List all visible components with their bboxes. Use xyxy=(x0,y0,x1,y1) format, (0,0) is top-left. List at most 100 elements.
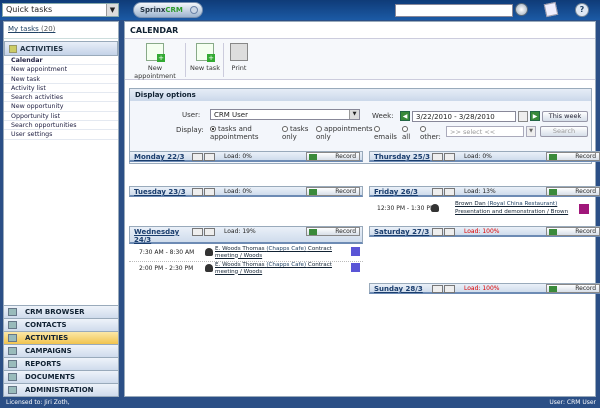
add-event-icon[interactable] xyxy=(192,228,203,236)
sidebar-item-search-opportunities[interactable]: Search opportunities xyxy=(4,121,118,131)
radio-appointments-only[interactable]: appointments only xyxy=(316,125,374,141)
campaigns-icon xyxy=(8,347,17,355)
calendar-view-icon[interactable] xyxy=(204,228,215,236)
calendar-view-icon[interactable] xyxy=(204,153,215,161)
day-wednesday: Wednesday 24/3 Load: 19% Record 7:30 AM -… xyxy=(129,226,363,278)
sidebar-item-new-task[interactable]: New task xyxy=(4,75,118,84)
day-saturday: Saturday 27/3 Load: 100% Record xyxy=(369,226,600,237)
day-name[interactable]: Thursday 25/3 xyxy=(374,153,430,161)
record-button[interactable]: Record xyxy=(546,227,600,236)
record-button[interactable]: Record xyxy=(546,152,600,161)
nav-reports[interactable]: REPORTS xyxy=(4,357,118,370)
event-row[interactable]: 12:30 PM - 1:30 PM Brown Dan (Royal Chin… xyxy=(369,200,600,218)
add-event-icon[interactable] xyxy=(192,188,203,196)
add-event-icon[interactable] xyxy=(432,228,443,236)
day-name[interactable]: Sunday 28/3 xyxy=(374,285,423,293)
sidebar-item-new-appointment[interactable]: New appointment xyxy=(4,65,118,75)
help-icon[interactable]: ? xyxy=(575,3,589,17)
add-event-icon[interactable] xyxy=(192,153,203,161)
nav-documents[interactable]: DOCUMENTS xyxy=(4,370,118,383)
add-event-icon[interactable] xyxy=(432,188,443,196)
nav-crm-browser[interactable]: CRM BROWSER xyxy=(4,305,118,318)
day-load: Load: 13% xyxy=(464,188,496,195)
radio-tasks-only[interactable]: tasks only xyxy=(282,125,318,141)
page-title: CALENDAR xyxy=(125,22,595,39)
record-button[interactable]: Record xyxy=(306,187,360,196)
event-description[interactable]: E. Woods Thomas (Chapps Cafe) Contract me… xyxy=(215,246,332,259)
quick-tasks-select[interactable]: Quick tasks ▼ xyxy=(2,3,119,17)
day-load: Load: 0% xyxy=(224,153,252,160)
calendar-icon[interactable] xyxy=(518,111,528,122)
chevron-down-icon[interactable]: ▼ xyxy=(349,110,359,119)
calendar-view-icon[interactable] xyxy=(444,188,455,196)
chevron-down-icon[interactable]: ▼ xyxy=(526,126,536,137)
record-button[interactable]: Record xyxy=(306,152,360,161)
new-appointment-button[interactable]: + New appointment xyxy=(129,43,181,80)
person-icon xyxy=(205,264,213,272)
toolbar-divider xyxy=(223,43,224,77)
event-row[interactable]: 2:00 PM - 2:30 PM E. Woods Thomas (Chapp… xyxy=(129,262,363,278)
day-load: Load: 100% xyxy=(464,285,500,292)
current-user-text: User: CRM User xyxy=(549,399,596,406)
display-options-header: Display options xyxy=(130,89,591,101)
calendar-view-icon[interactable] xyxy=(204,188,215,196)
calendar-view-icon[interactable] xyxy=(444,285,455,293)
sidebar-item-opportunity-list[interactable]: Opportunity list xyxy=(4,112,118,122)
day-action-icons xyxy=(432,188,456,196)
radio-emails[interactable]: emails xyxy=(374,125,398,141)
new-task-button[interactable]: + New task xyxy=(189,43,221,72)
day-name[interactable]: Monday 22/3 xyxy=(134,153,184,161)
person-icon xyxy=(431,204,439,212)
calendar-view-icon[interactable] xyxy=(444,228,455,236)
user-select[interactable]: CRM User ▼ xyxy=(210,109,360,120)
sidebar-item-search-activities[interactable]: Search activities xyxy=(4,93,118,103)
radio-other[interactable]: other: xyxy=(420,125,442,141)
administration-icon xyxy=(8,386,17,394)
nav-administration[interactable]: ADMINISTRATION xyxy=(4,383,118,396)
week-range-field[interactable]: 3/22/2010 - 3/28/2010 xyxy=(412,111,516,122)
event-row[interactable]: 7:30 AM - 8:30 AM E. Woods Thomas (Chapp… xyxy=(129,246,363,262)
event-description[interactable]: E. Woods Thomas (Chapps Cafe) Contract me… xyxy=(215,262,332,275)
chevron-down-icon[interactable]: ▼ xyxy=(106,4,118,16)
search-button[interactable]: Search xyxy=(540,126,588,137)
nav-activities[interactable]: ACTIVITIES xyxy=(4,331,118,344)
record-button[interactable]: Record xyxy=(546,284,600,293)
add-event-icon[interactable] xyxy=(432,285,443,293)
day-header: Thursday 25/3 Load: 0% Record xyxy=(369,151,600,162)
nav-contacts[interactable]: CONTACTS xyxy=(4,318,118,331)
sidebar: My tasks (20) ACTIVITIES Calendar New ap… xyxy=(3,21,119,397)
browser-icon xyxy=(8,308,17,316)
this-week-button[interactable]: This week xyxy=(542,111,588,122)
record-button[interactable]: Record xyxy=(546,187,600,196)
app-logo: SprinxCRM xyxy=(133,2,203,18)
next-week-button[interactable]: ▶ xyxy=(530,111,540,121)
search-icon[interactable] xyxy=(515,3,528,16)
notes-icon[interactable] xyxy=(543,1,559,18)
day-header: Monday 22/3 Load: 0% Record xyxy=(129,151,363,162)
day-header: Friday 26/3 Load: 13% Record xyxy=(369,186,600,197)
sidebar-item-new-opportunity[interactable]: New opportunity xyxy=(4,102,118,112)
my-tasks-link[interactable]: My tasks (20) xyxy=(4,22,118,39)
global-search-input[interactable] xyxy=(395,4,513,17)
day-name[interactable]: Tuesday 23/3 xyxy=(134,188,186,196)
day-name[interactable]: Friday 26/3 xyxy=(374,188,418,196)
sidebar-section-activities[interactable]: ACTIVITIES xyxy=(4,41,118,56)
day-action-icons xyxy=(192,188,216,196)
record-button[interactable]: Record xyxy=(306,227,360,236)
sidebar-item-calendar[interactable]: Calendar xyxy=(4,56,118,66)
event-description[interactable]: Brown Dan (Royal China Restaurant) Presen… xyxy=(455,200,568,216)
calendar-view-icon[interactable] xyxy=(444,153,455,161)
radio-tasks-and-appointments[interactable]: tasks and appointments xyxy=(210,125,280,141)
add-event-icon[interactable] xyxy=(432,153,443,161)
nav-campaigns[interactable]: CAMPAIGNS xyxy=(4,344,118,357)
day-name[interactable]: Wednesday 24/3 xyxy=(134,228,179,244)
sidebar-item-user-settings[interactable]: User settings xyxy=(4,130,118,140)
other-select[interactable]: >> select << xyxy=(446,126,524,137)
day-name[interactable]: Saturday 27/3 xyxy=(374,228,429,236)
top-bar: Quick tasks ▼ SprinxCRM ? xyxy=(0,0,600,20)
prev-week-button[interactable]: ◀ xyxy=(400,111,410,121)
print-button[interactable]: Print xyxy=(227,43,251,72)
sidebar-item-activity-list[interactable]: Activity list xyxy=(4,84,118,94)
day-load: Load: 19% xyxy=(224,228,256,235)
radio-all[interactable]: all xyxy=(402,125,416,141)
